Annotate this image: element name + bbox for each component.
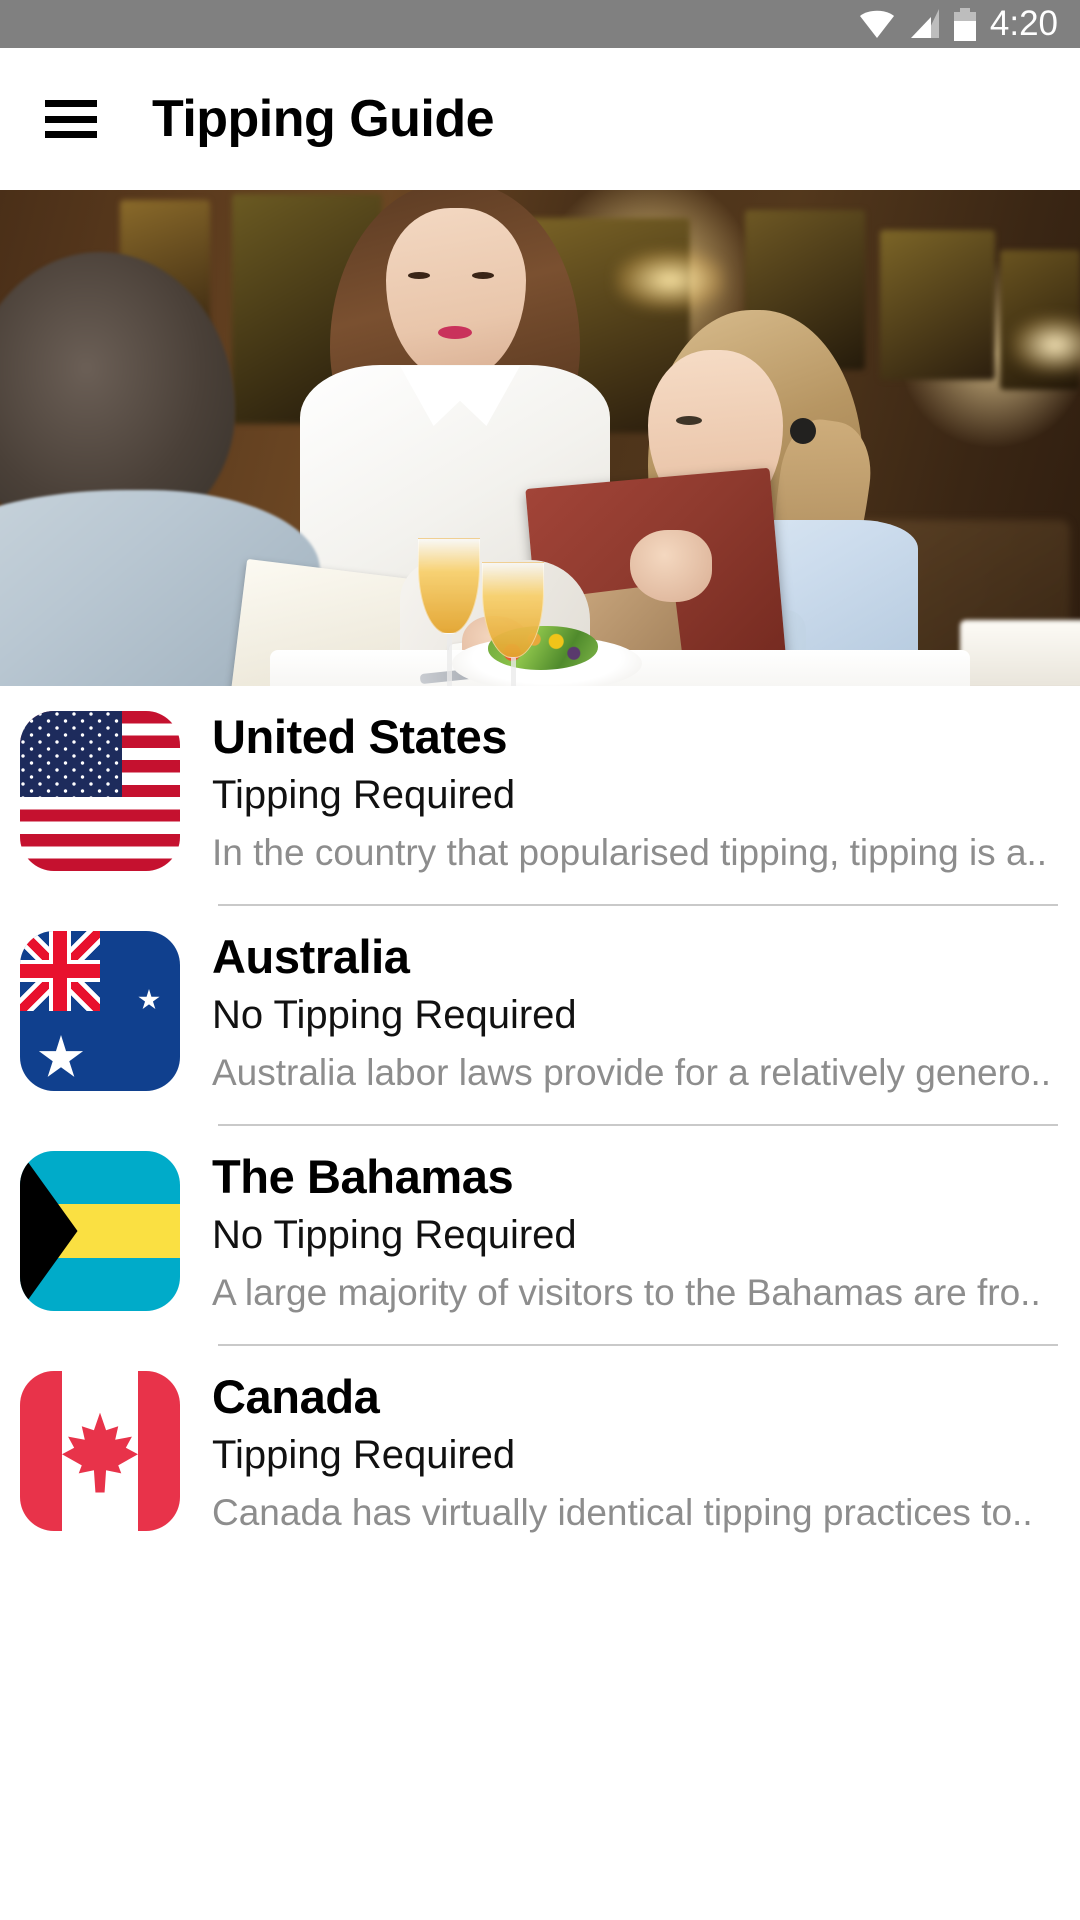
country-list: United States Tipping Required In the co… bbox=[0, 686, 1080, 1566]
country-name: The Bahamas bbox=[212, 1150, 514, 1203]
bahamas-flag-icon bbox=[20, 1151, 180, 1311]
status-bar-clock: 4:20 bbox=[989, 4, 1058, 43]
status-bar-icons bbox=[858, 7, 976, 41]
guest-hand bbox=[630, 530, 712, 602]
tipping-status: No Tipping Required bbox=[212, 1212, 577, 1257]
battery-icon bbox=[953, 7, 976, 41]
country-name: Australia bbox=[212, 930, 410, 983]
hamburger-line-1 bbox=[45, 100, 97, 107]
hamburger-line-3 bbox=[45, 131, 97, 138]
tipping-status: Tipping Required bbox=[212, 1432, 516, 1477]
australia-flag-icon bbox=[20, 931, 180, 1091]
waitress-eye bbox=[472, 272, 494, 279]
list-item-text: The Bahamas No Tipping Required A large … bbox=[212, 1148, 1056, 1313]
hamburger-menu-icon[interactable] bbox=[45, 100, 97, 138]
app-screen: 4:20 Tipping Guide United States Tipping… bbox=[0, 0, 1080, 1920]
status-bar: 4:20 bbox=[0, 0, 1080, 48]
country-description: A large majority of visitors to the Baha… bbox=[212, 1273, 1041, 1313]
waitress-eye bbox=[408, 272, 430, 279]
list-item-text: Canada Tipping Required Canada has virtu… bbox=[212, 1368, 1056, 1533]
list-item-text: Australia No Tipping Required Australia … bbox=[212, 928, 1056, 1093]
signal-icon bbox=[909, 9, 941, 39]
list-item[interactable]: Australia No Tipping Required Australia … bbox=[0, 906, 1080, 1126]
hamburger-line-2 bbox=[45, 115, 97, 123]
wifi-icon bbox=[858, 9, 896, 39]
guest-hair-tie bbox=[790, 418, 816, 444]
wall-frame bbox=[880, 230, 995, 380]
hero-image bbox=[0, 190, 1080, 686]
background-table bbox=[960, 620, 1080, 686]
list-item[interactable]: United States Tipping Required In the co… bbox=[0, 686, 1080, 906]
country-name: United States bbox=[212, 710, 508, 763]
guest-eye bbox=[676, 416, 702, 425]
united-states-flag-icon bbox=[20, 711, 180, 871]
tipping-status: No Tipping Required bbox=[212, 992, 577, 1037]
canada-flag-icon bbox=[20, 1371, 180, 1531]
tipping-status: Tipping Required bbox=[212, 772, 516, 817]
wall-lamp-glow bbox=[615, 250, 725, 310]
page-title: Tipping Guide bbox=[152, 90, 495, 148]
app-bar: Tipping Guide bbox=[0, 48, 1080, 190]
list-item-text: United States Tipping Required In the co… bbox=[212, 708, 1056, 873]
wall-lamp-glow bbox=[1010, 315, 1080, 375]
list-item[interactable]: The Bahamas No Tipping Required A large … bbox=[0, 1126, 1080, 1346]
wine-glass bbox=[418, 538, 480, 686]
country-description: In the country that popularised tipping,… bbox=[212, 833, 1048, 873]
country-description: Canada has virtually identical tipping p… bbox=[212, 1493, 1033, 1533]
country-name: Canada bbox=[212, 1370, 380, 1423]
waitress-lips bbox=[438, 326, 472, 339]
wine-glass bbox=[482, 562, 544, 686]
country-description: Australia labor laws provide for a relat… bbox=[212, 1053, 1052, 1093]
list-item[interactable]: Canada Tipping Required Canada has virtu… bbox=[0, 1346, 1080, 1566]
